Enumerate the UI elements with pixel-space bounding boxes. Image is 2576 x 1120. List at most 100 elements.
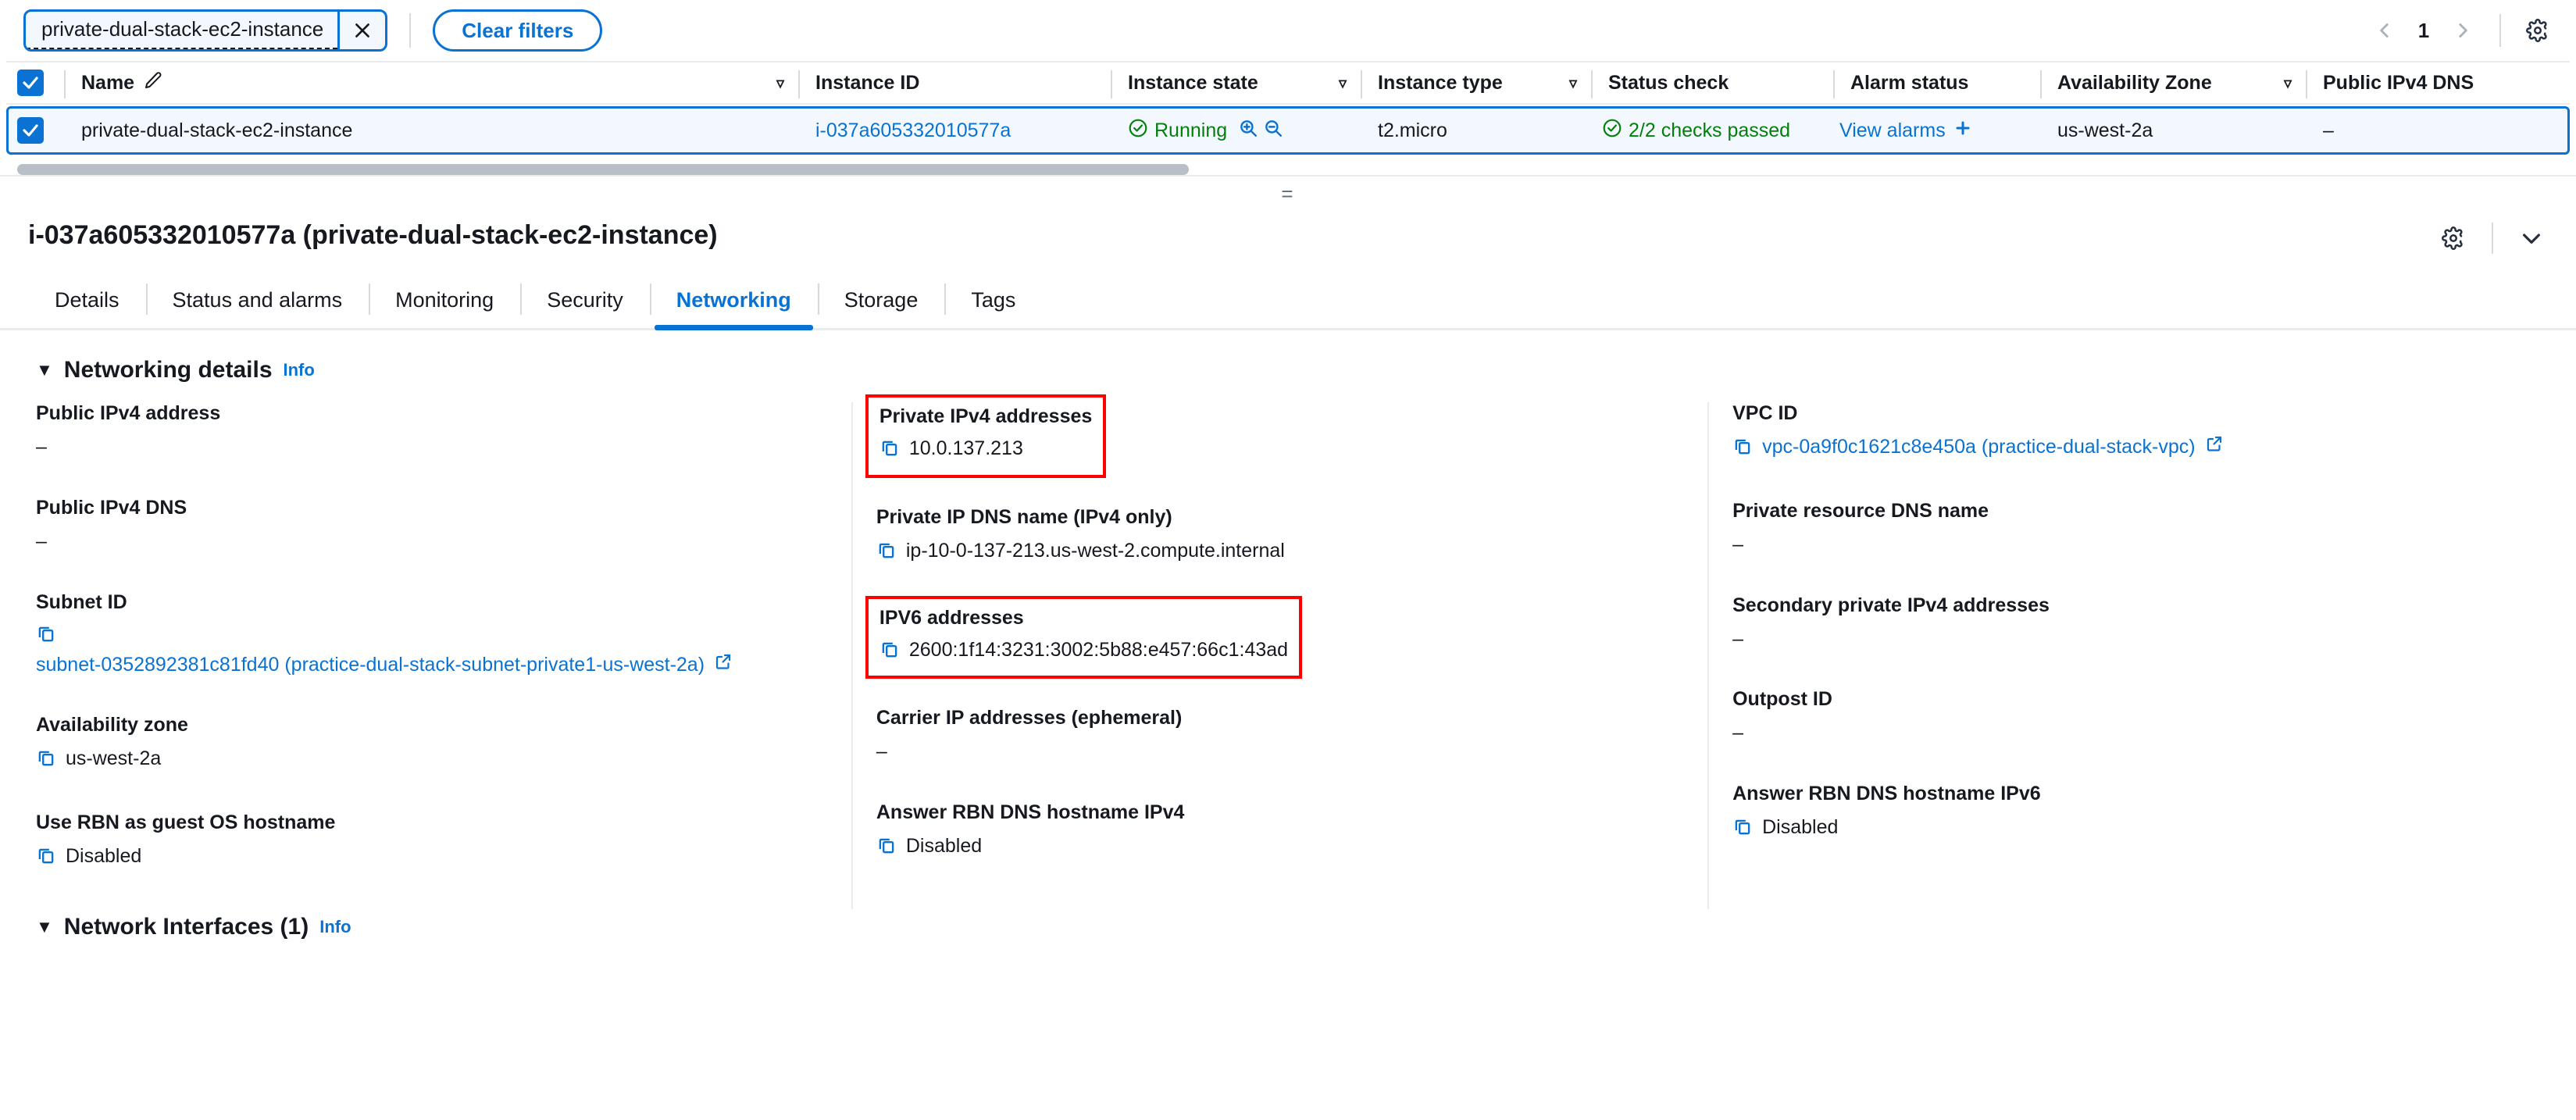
copy-icon[interactable] [879, 639, 900, 667]
chevron-left-icon[interactable] [2364, 9, 2406, 52]
instance-id-link[interactable]: i-037a605332010577a [815, 119, 1011, 142]
field-label: Secondary private IPv4 addresses [1732, 594, 2050, 616]
tab-status-and-alarms[interactable]: Status and alarms [145, 274, 369, 328]
column-header-availability-zone[interactable]: Availability Zone ▿ [2040, 62, 2306, 103]
zoom-out-icon[interactable] [1263, 118, 1283, 144]
tab-tags-label: Tags [971, 288, 1016, 312]
tab-status-and-alarms-label: Status and alarms [172, 288, 343, 312]
table-row[interactable]: private-dual-stack-ec2-instance i-037a60… [6, 106, 2570, 155]
tab-details[interactable]: Details [28, 274, 146, 328]
field-subnet-id: Subnet ID subnet-0352892381c81fd40 (prac… [36, 591, 831, 679]
copy-icon[interactable] [876, 540, 897, 568]
edit-icon[interactable] [144, 71, 162, 95]
chevron-down-icon[interactable]: ▿ [1339, 73, 1361, 93]
column-header-alarm-status[interactable]: Alarm status [1833, 62, 2040, 103]
chevron-down-icon[interactable]: ▿ [2284, 73, 2306, 93]
copy-icon[interactable] [879, 437, 900, 465]
field-public-ipv4-dns: Public IPv4 DNS – [36, 497, 831, 555]
info-link[interactable]: Info [319, 917, 351, 937]
field-value: Disabled [1762, 816, 1839, 838]
tab-divider [817, 284, 819, 315]
copy-icon[interactable] [1732, 436, 1753, 464]
triangle-down-icon[interactable]: ▼ [36, 360, 53, 380]
copy-icon[interactable] [876, 835, 897, 863]
horizontal-scrollbar[interactable] [17, 164, 2559, 175]
field-vpc-id: VPC ID vpc-0a9f0c1621c8e450a (practice-d… [1732, 402, 2528, 464]
external-link-icon[interactable] [2205, 434, 2224, 461]
plus-icon[interactable] [1953, 119, 1972, 143]
copy-icon[interactable] [1732, 816, 1753, 844]
column-divider [1591, 70, 1593, 98]
row-checkbox[interactable] [17, 117, 44, 144]
cell-instance-type: t2.micro [1361, 109, 1591, 152]
chevron-down-icon[interactable] [2510, 217, 2553, 259]
select-all-checkbox[interactable] [17, 70, 44, 96]
field-secondary-private-ipv4-addresses: Secondary private IPv4 addresses – [1732, 594, 2528, 653]
field-ipv6-addresses: IPV6 addresses 2600:1f14:3231:3002:5b88:… [865, 595, 1303, 679]
select-all-cell[interactable] [17, 70, 64, 96]
tab-monitoring[interactable]: Monitoring [369, 274, 520, 328]
field-private-resource-dns-name: Private resource DNS name – [1732, 500, 2528, 558]
detail-tabs: Details Status and alarms Monitoring Sec… [0, 274, 2576, 330]
instance-state-badge: Running [1128, 118, 1227, 144]
view-alarms-link[interactable]: View alarms [1839, 119, 1946, 142]
toolbar-divider [409, 13, 412, 48]
cell-alarm-status[interactable]: View alarms [1833, 109, 2040, 152]
tab-networking[interactable]: Networking [649, 274, 818, 330]
column-header-public-ipv4-dns[interactable]: Public IPv4 DNS [2306, 62, 2564, 103]
copy-icon[interactable] [36, 747, 56, 776]
copy-icon[interactable] [36, 626, 56, 647]
column-header-instance-state[interactable]: Instance state ▿ [1111, 62, 1361, 103]
cell-name: private-dual-stack-ec2-instance [64, 109, 798, 152]
scrollbar-thumb[interactable] [17, 164, 1189, 175]
external-link-icon[interactable] [714, 652, 733, 679]
chevron-right-icon[interactable] [2442, 9, 2484, 52]
column-divider [2306, 70, 2307, 98]
field-private-ipv4-addresses: Private IPv4 addresses 10.0.137.213 [865, 394, 1107, 478]
vpc-id-link[interactable]: vpc-0a9f0c1621c8e450a (practice-dual-sta… [1762, 434, 2195, 461]
row-select-cell[interactable] [17, 117, 64, 144]
field-label: Private IPv4 addresses [879, 405, 1093, 427]
chevron-down-icon[interactable]: ▿ [776, 73, 798, 93]
column-divider [64, 70, 66, 98]
subnet-id-link[interactable]: subnet-0352892381c81fd40 (practice-dual-… [36, 652, 705, 679]
networking-column-2: Private IPv4 addresses 10.0.137.213 Priv… [851, 394, 1707, 909]
gear-icon[interactable] [2432, 217, 2474, 259]
actions-divider [2492, 223, 2493, 254]
tab-tags[interactable]: Tags [944, 274, 1042, 328]
panel-splitter[interactable]: = [0, 175, 2576, 211]
chevron-down-icon[interactable]: ▿ [1569, 73, 1591, 93]
pagination-divider [2499, 14, 2501, 47]
field-label: Public IPv4 address [36, 402, 221, 424]
tab-storage[interactable]: Storage [817, 274, 945, 328]
column-header-instance-id[interactable]: Instance ID [798, 62, 1111, 103]
tab-security[interactable]: Security [520, 274, 650, 328]
field-label: Answer RBN DNS hostname IPv6 [1732, 783, 2041, 804]
drag-handle-icon[interactable]: = [1281, 182, 1294, 206]
field-value: – [1732, 722, 1744, 744]
triangle-down-icon[interactable]: ▼ [36, 917, 53, 937]
field-value-row: 2600:1f14:3231:3002:5b88:e457:66c1:43ad [879, 637, 1288, 667]
check-circle-icon [1602, 118, 1622, 144]
field-value-row: 10.0.137.213 [879, 436, 1092, 465]
public-ipv4-dns-text: – [2323, 119, 2334, 141]
field-value: Disabled [66, 845, 142, 867]
info-link[interactable]: Info [284, 360, 315, 380]
page-number[interactable]: 1 [2406, 19, 2442, 43]
copy-icon[interactable] [36, 845, 56, 873]
filter-token[interactable]: private-dual-stack-ec2-instance [23, 9, 388, 52]
availability-zone-text: us-west-2a [2057, 119, 2153, 141]
field-use-rbn-as-guest-os-hostname: Use RBN as guest OS hostname Disabled [36, 811, 831, 873]
cell-instance-id[interactable]: i-037a605332010577a [798, 109, 1111, 152]
field-answer-rbn-dns-hostname-ipv4: Answer RBN DNS hostname IPv4 Disabled [876, 801, 1687, 863]
column-header-public-ipv4-dns-label: Public IPv4 DNS [2323, 71, 2474, 94]
close-icon[interactable] [340, 12, 385, 49]
zoom-in-icon[interactable] [1238, 118, 1258, 144]
field-value: – [1732, 533, 1744, 555]
clear-filters-label: Clear filters [462, 18, 574, 42]
column-header-name[interactable]: Name ▿ [64, 62, 798, 103]
gear-icon[interactable] [2517, 9, 2559, 52]
column-header-instance-type[interactable]: Instance type ▿ [1361, 62, 1591, 103]
clear-filters-button[interactable]: Clear filters [433, 9, 603, 52]
column-header-status-check[interactable]: Status check [1591, 62, 1833, 103]
